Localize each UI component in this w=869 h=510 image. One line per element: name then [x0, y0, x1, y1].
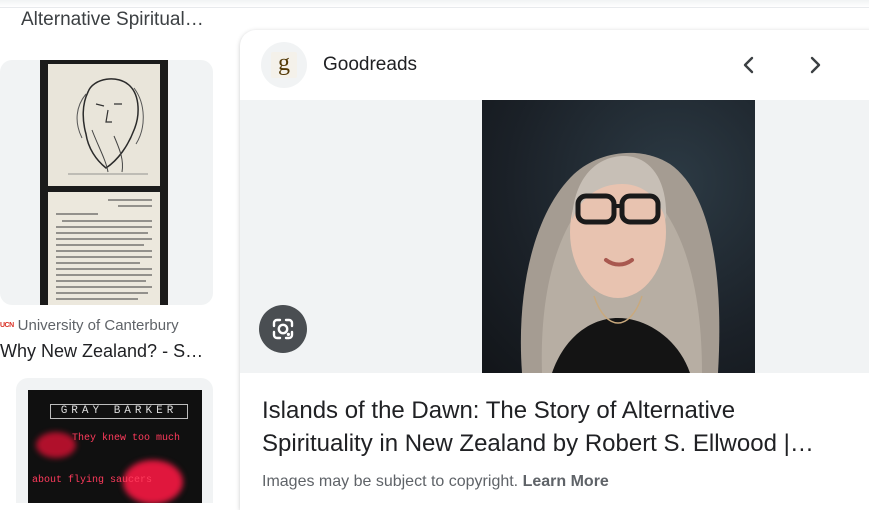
result-thumbnail-1[interactable]	[0, 60, 213, 305]
preview-image-area[interactable]	[240, 100, 869, 373]
result-image-jesus-sketch-letter	[40, 60, 168, 305]
previous-button[interactable]	[734, 50, 764, 80]
cover-line: about flying saucers	[32, 475, 153, 486]
result-page-title[interactable]: Islands of the Dawn: The Story of Altern…	[262, 394, 842, 460]
result-thumbnail-2[interactable]: GRAY BARKER They knew too much about fly…	[16, 378, 213, 503]
site-favicon[interactable]: g	[261, 42, 307, 88]
result-title-top[interactable]: Alternative Spiritual…	[21, 9, 204, 31]
author-portrait-image	[482, 100, 755, 373]
goodreads-logo-icon: g	[271, 51, 297, 78]
source-name: University of Canterbury	[17, 317, 179, 334]
next-button[interactable]	[800, 50, 830, 80]
top-divider	[0, 0, 869, 8]
google-lens-button[interactable]	[259, 305, 307, 353]
learn-more-link[interactable]: Learn More	[523, 473, 609, 490]
copyright-text: Images may be subject to copyright.	[262, 473, 519, 490]
handwritten-letter	[48, 192, 160, 305]
copyright-notice: Images may be subject to copyright. Lear…	[262, 473, 609, 491]
cover-red-blob	[36, 432, 76, 458]
cover-line: They knew too much	[72, 433, 181, 444]
result-title-1[interactable]: Why New Zealand? - S…	[0, 341, 203, 362]
google-lens-icon	[272, 318, 294, 340]
image-preview-panel: g Goodreads Islands of the Dawn: The Sto…	[240, 30, 869, 510]
site-name[interactable]: Goodreads	[323, 54, 417, 76]
chevron-left-icon	[743, 56, 754, 74]
chevron-right-icon	[810, 56, 821, 74]
panel-header: g Goodreads	[240, 30, 869, 100]
result-source-1[interactable]: UCN University of Canterbury	[0, 317, 179, 334]
book-cover-image: GRAY BARKER They knew too much about fly…	[28, 390, 202, 503]
cover-header: GRAY BARKER	[50, 404, 188, 419]
source-logo: UCN	[0, 322, 14, 329]
sketch-portrait	[48, 64, 160, 186]
